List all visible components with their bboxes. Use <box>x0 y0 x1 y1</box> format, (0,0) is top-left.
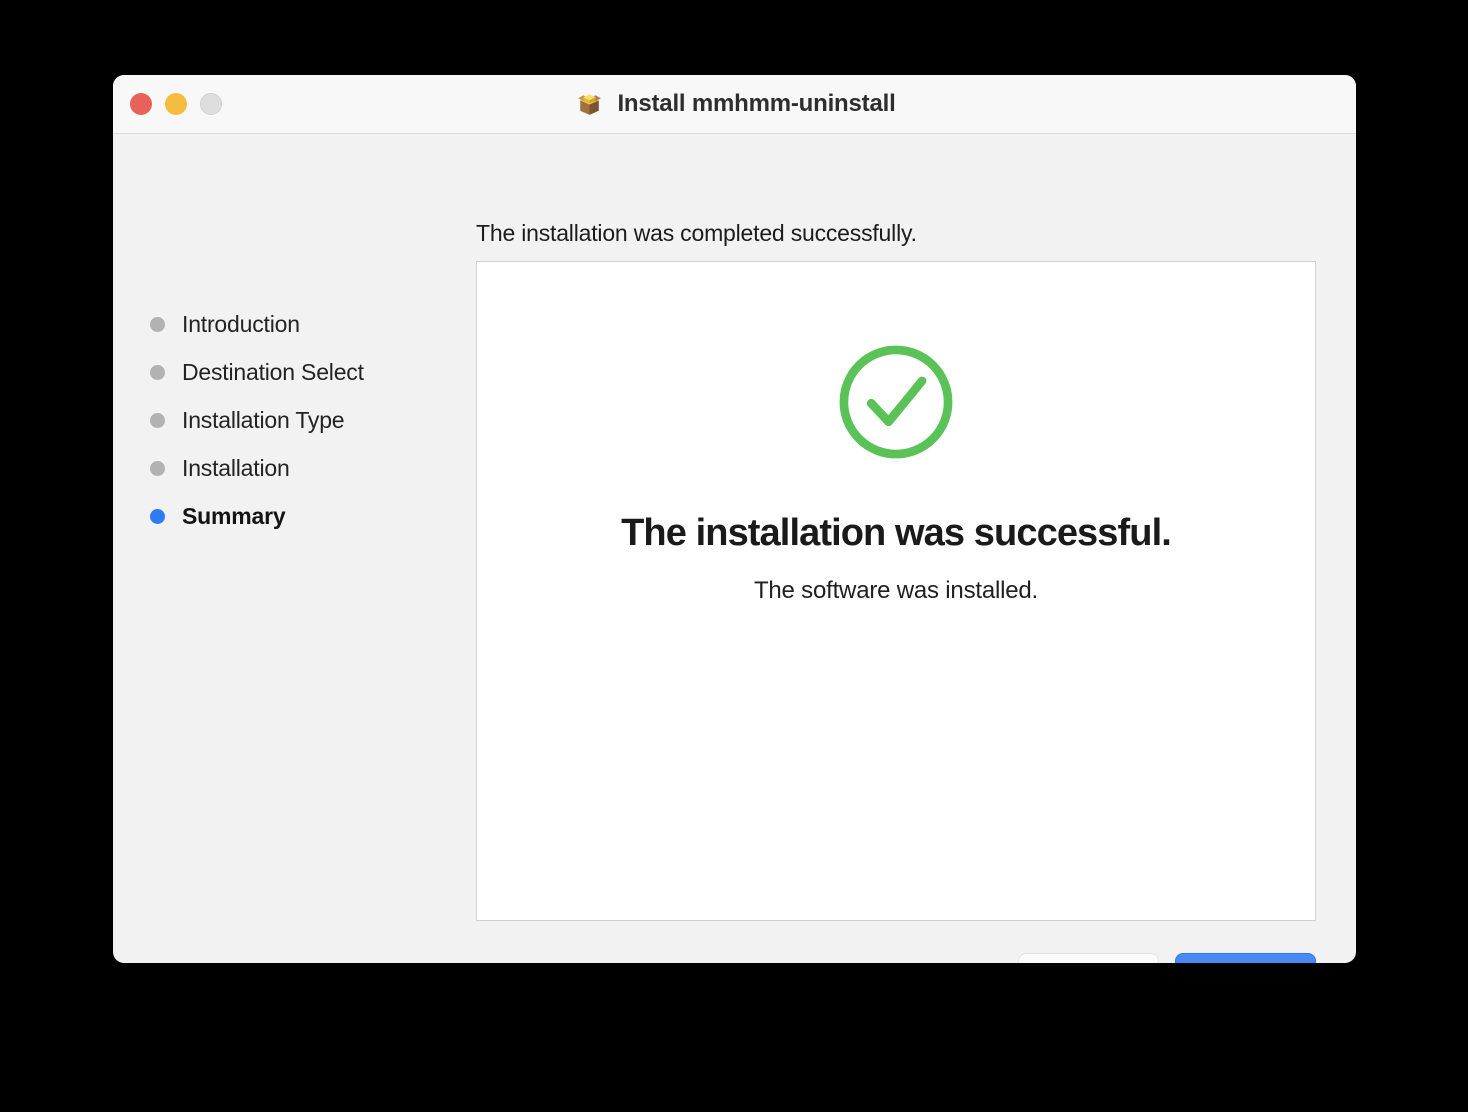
sidebar-item-introduction[interactable]: Introduction <box>113 300 476 348</box>
package-box-icon <box>578 93 602 115</box>
footer-button-bar: Go Back Close <box>476 953 1316 963</box>
sidebar-item-label: Introduction <box>182 310 300 337</box>
window-title: Install mmhmm-uninstall <box>617 90 896 117</box>
window-titlebar: Install mmhmm-uninstall <box>113 75 1356 134</box>
sidebar-item-label: Installation Type <box>182 406 345 433</box>
installation-status-text: The installation was completed successfu… <box>476 220 917 246</box>
installer-main-column: The installation was completed successfu… <box>476 134 1356 963</box>
success-headline: The installation was successful. <box>621 512 1172 554</box>
step-bullet-icon <box>150 508 165 524</box>
sidebar-item-label: Destination Select <box>182 358 364 385</box>
sidebar-item-destination-select[interactable]: Destination Select <box>113 348 476 396</box>
window-body: Introduction Destination Select Installa… <box>113 134 1356 963</box>
installer-steps-sidebar: Introduction Destination Select Installa… <box>113 134 476 963</box>
summary-content-panel: The installation was successful. The sof… <box>476 261 1316 921</box>
minimize-window-button[interactable] <box>165 93 187 115</box>
installer-window: Install mmhmm-uninstall Introduction Des… <box>113 75 1356 963</box>
check-circle-icon <box>839 345 953 459</box>
sidebar-item-installation-type[interactable]: Installation Type <box>113 396 476 444</box>
step-bullet-icon <box>150 412 165 428</box>
traffic-light-buttons <box>130 75 222 133</box>
sidebar-item-label: Installation <box>182 454 290 481</box>
zoom-window-button <box>200 93 222 115</box>
sidebar-item-summary[interactable]: Summary <box>113 492 476 540</box>
sidebar-item-label: Summary <box>182 502 286 529</box>
step-bullet-icon <box>150 364 165 380</box>
sidebar-item-installation[interactable]: Installation <box>113 444 476 492</box>
step-bullet-icon <box>150 316 165 332</box>
go-back-button[interactable]: Go Back <box>1018 953 1159 963</box>
titlebar-title-group: Install mmhmm-uninstall <box>113 75 1356 133</box>
success-subtext: The software was installed. <box>753 577 1039 604</box>
close-window-button[interactable] <box>130 93 152 115</box>
step-bullet-icon <box>150 460 165 476</box>
close-button[interactable]: Close <box>1175 953 1316 963</box>
